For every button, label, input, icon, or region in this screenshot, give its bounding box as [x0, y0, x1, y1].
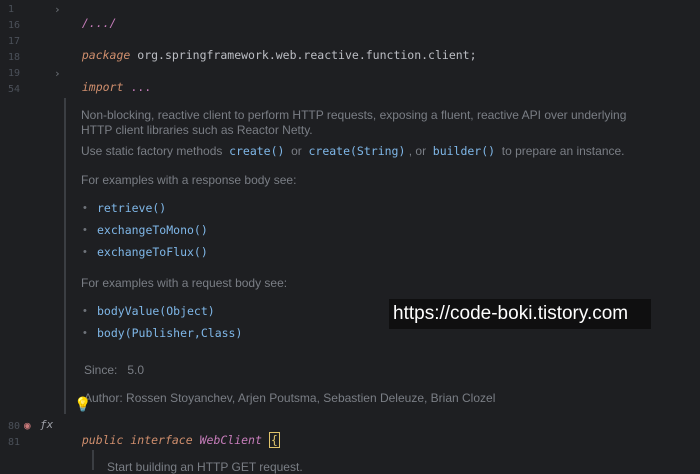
bullet-icon: • [83, 327, 87, 339]
interface-declaration-line: public interface WebClient { [68, 419, 280, 448]
interface-keyword: interface [130, 433, 193, 447]
doc-text: to prepare an instance. [501, 144, 625, 158]
fold-chevron-icon[interactable]: › [54, 67, 61, 80]
implementation-marker-icon[interactable]: ◉ [24, 419, 31, 432]
doc-link-builder[interactable]: builder() [433, 144, 495, 158]
watermark: https://code-boki.tistory.com [389, 299, 651, 329]
folded-block[interactable]: /.../ [82, 16, 117, 30]
next-doc-text: Start building an HTTP GET request. [107, 460, 303, 474]
doc-link-create-string[interactable]: create(String) [308, 144, 405, 158]
doc-request-heading: For examples with a request body see: [81, 276, 288, 290]
line-number: 80 [8, 421, 21, 432]
doc-text: or [291, 144, 302, 158]
doc-response-heading: For examples with a response body see: [81, 173, 297, 187]
doc-author: Author: Rossen Stoyanchev, Arjen Poutsma… [84, 391, 495, 405]
line-number: 54 [8, 84, 21, 95]
class-name[interactable]: WebClient [200, 433, 262, 447]
function-marker-icon[interactable]: ƒx [40, 418, 53, 431]
open-brace: { [268, 432, 280, 448]
import-folded[interactable]: ... [130, 80, 151, 94]
lightbulb-icon[interactable]: 💡 [74, 397, 91, 413]
doc-link-body-value[interactable]: bodyValue(Object) [97, 304, 215, 318]
bullet-icon: • [83, 224, 87, 236]
doc-description-1: Non-blocking, reactive client to perform… [81, 108, 627, 122]
doc-factory-methods: Use static factory methods create() or c… [81, 144, 625, 158]
bullet-icon: • [83, 305, 87, 317]
doc-since: Since: 5.0 [84, 363, 144, 377]
line-number: 81 [8, 437, 21, 448]
doc-link-create[interactable]: create() [229, 144, 284, 158]
folded-header-line[interactable]: /.../ [68, 2, 117, 30]
doc-text: Use static factory methods [81, 144, 223, 158]
since-value: 5.0 [127, 363, 145, 377]
fold-chevron-icon[interactable]: › [54, 3, 61, 16]
line-number: 16 [8, 20, 21, 31]
doc-link-exchange-to-flux[interactable]: exchangeToFlux() [97, 245, 208, 259]
doc-link-retrieve[interactable]: retrieve() [97, 201, 166, 215]
author-value: Rossen Stoyanchev, Arjen Poutsma, Sebast… [126, 391, 496, 405]
bullet-icon: • [83, 246, 87, 258]
line-number: 1 [8, 4, 15, 15]
line-number: 19 [8, 68, 21, 79]
package-name: org.springframework.web.reactive.functio… [137, 48, 477, 62]
line-number: 18 [8, 52, 21, 63]
doc-link-body[interactable]: body(Publisher,Class) [97, 326, 242, 340]
import-line[interactable]: import ... [68, 66, 151, 94]
import-keyword: import [81, 80, 124, 94]
line-number: 17 [8, 36, 21, 47]
doc-description-2: HTTP client libraries such as Reactor Ne… [81, 123, 313, 137]
package-keyword: package [81, 48, 131, 62]
bullet-icon: • [83, 202, 87, 214]
doc-link-exchange-to-mono[interactable]: exchangeToMono() [97, 223, 208, 237]
package-line: package org.springframework.web.reactive… [68, 34, 477, 62]
since-label: Since: [84, 363, 118, 377]
public-keyword: public [81, 433, 124, 447]
doc-text: , or [408, 144, 427, 158]
